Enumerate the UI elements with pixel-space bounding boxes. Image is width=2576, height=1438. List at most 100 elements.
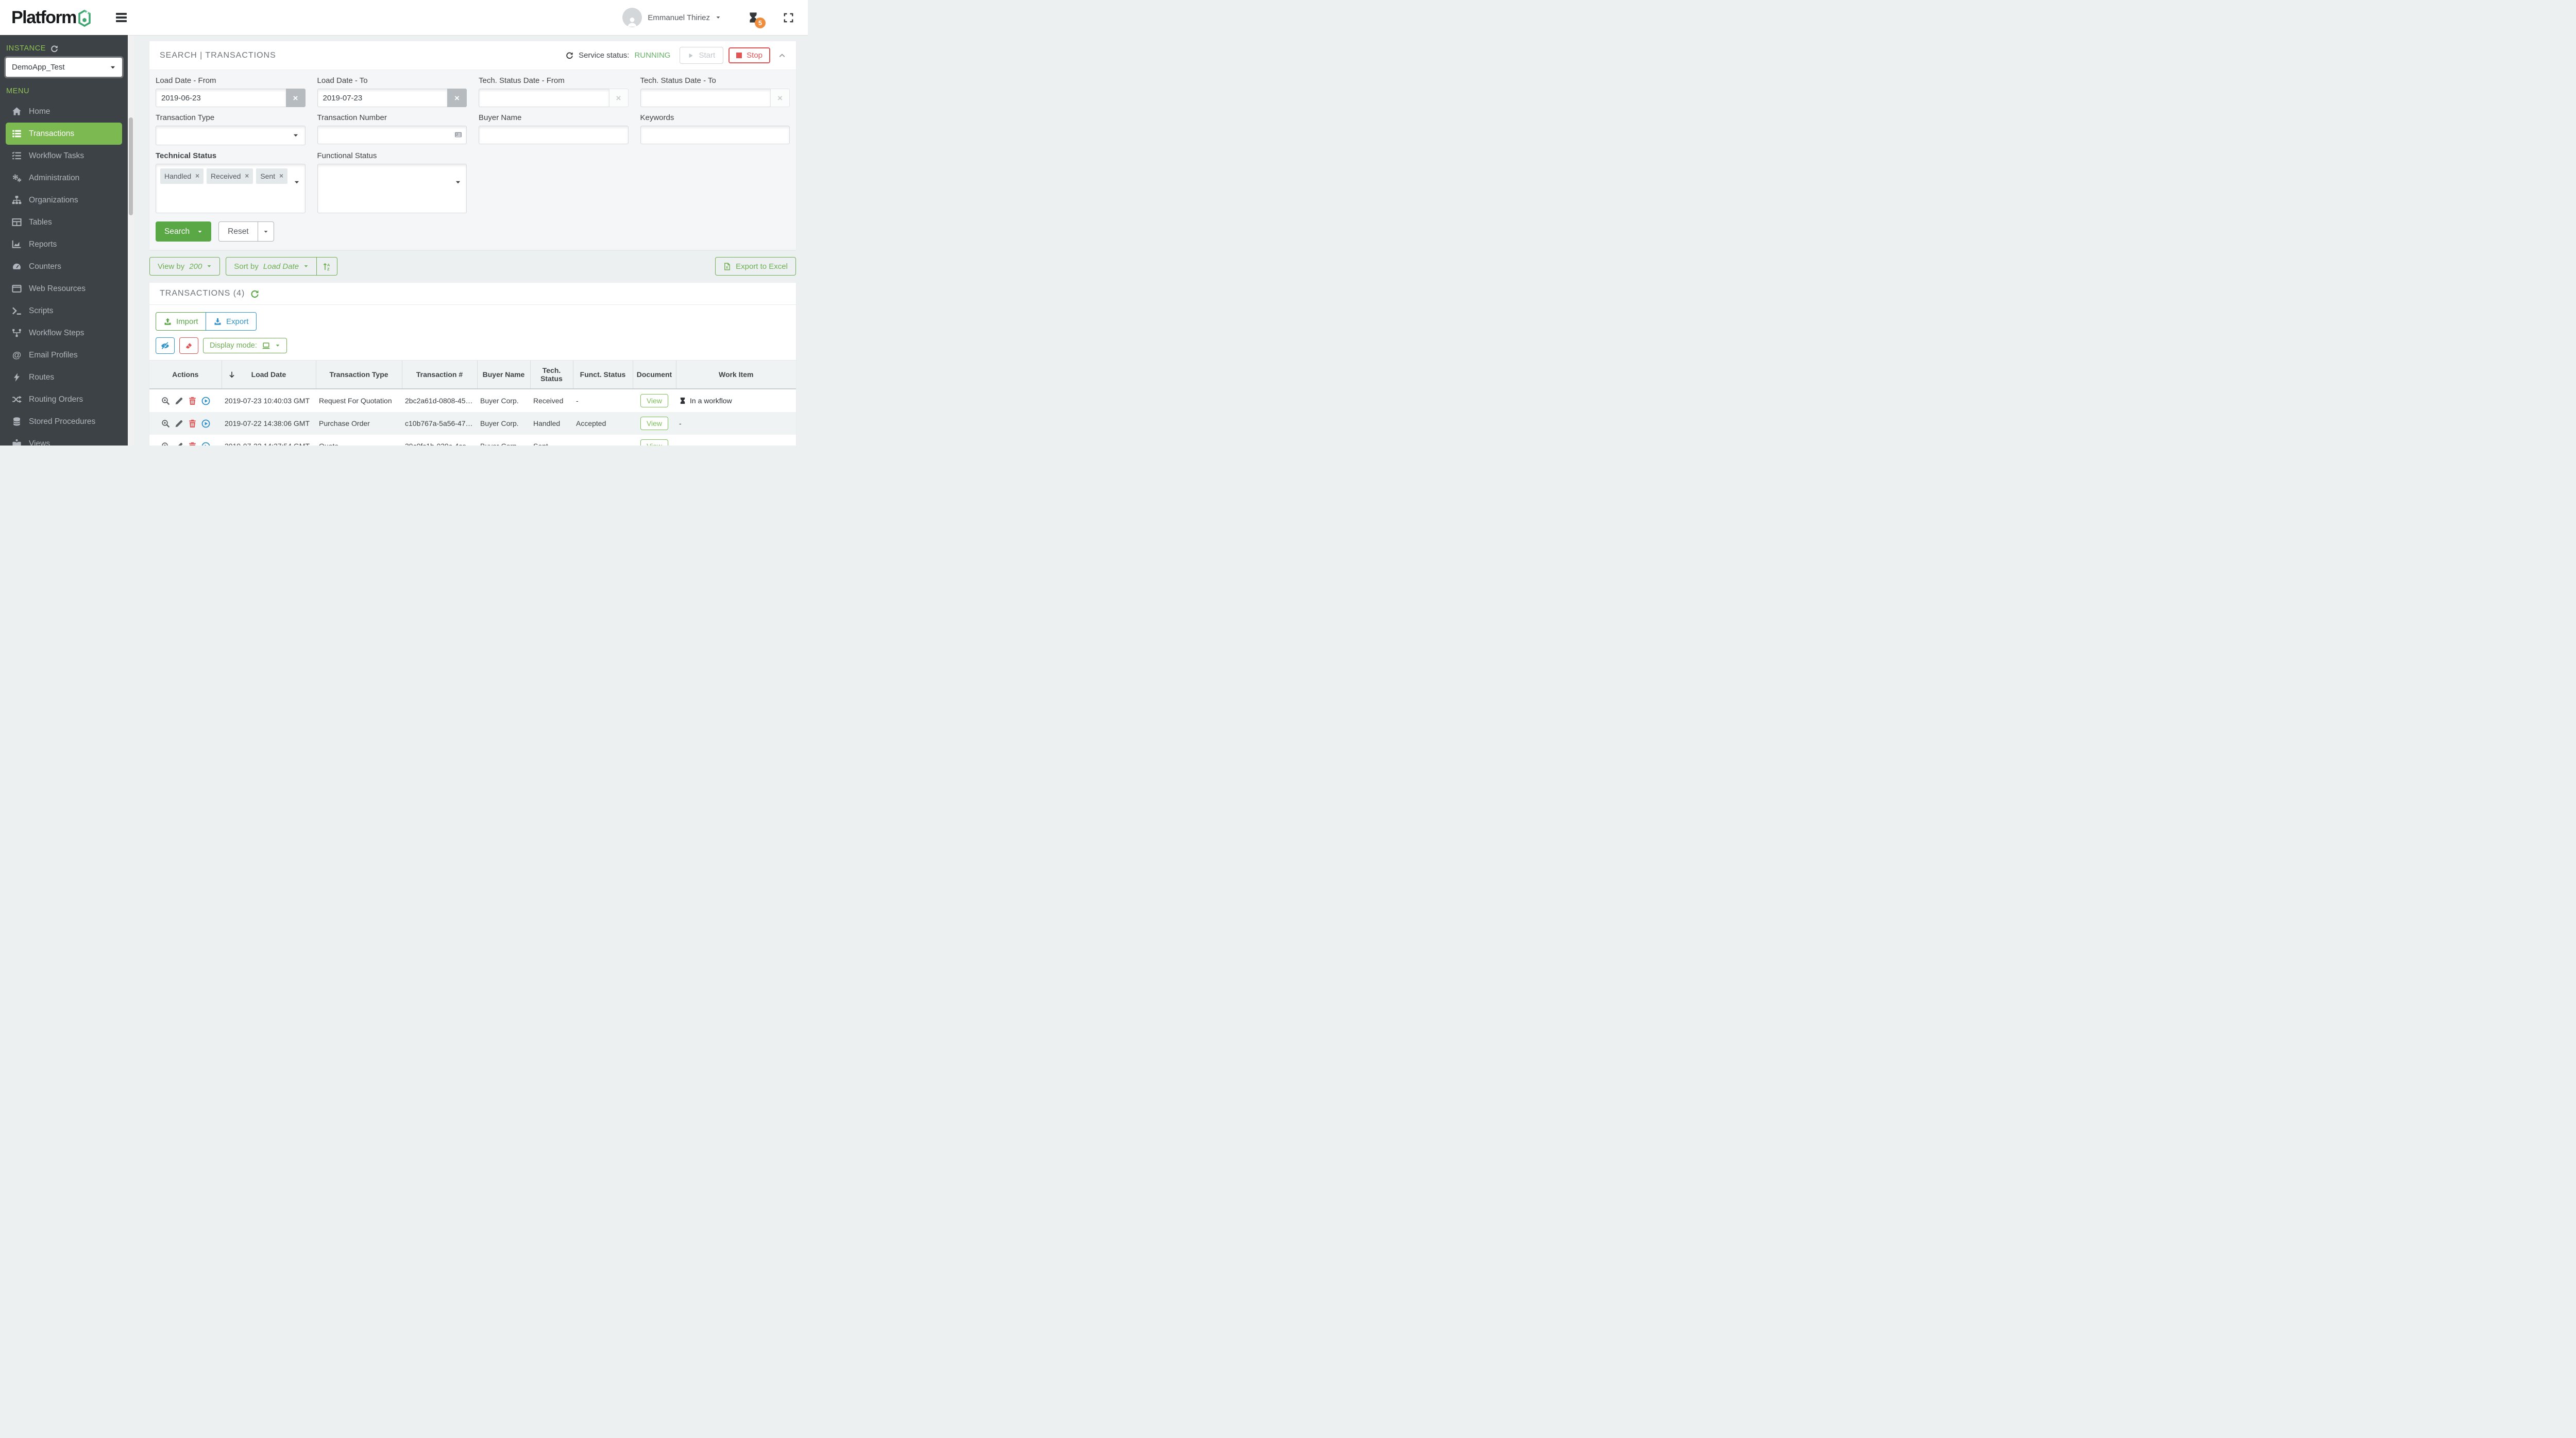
scrollbar-thumb[interactable] [129, 117, 133, 215]
transaction-type-select[interactable] [156, 126, 306, 145]
tech-status-date-from-clear-button[interactable]: × [608, 89, 629, 107]
column-header-actions[interactable]: Actions [149, 360, 222, 389]
sort-descending-icon[interactable] [228, 370, 235, 379]
instance-label: INSTANCE [6, 44, 46, 53]
view-document-button[interactable]: View [640, 417, 669, 430]
column-header-work-item[interactable]: Work Item [675, 360, 796, 389]
user-menu[interactable]: Emmanuel Thiriez [622, 8, 721, 27]
start-service-button[interactable]: Start [680, 47, 724, 64]
sidebar-scrollbar[interactable] [128, 35, 134, 446]
export-button[interactable]: Export [206, 312, 257, 331]
refresh-service-status-icon[interactable] [566, 52, 573, 59]
sidebar-item-administration[interactable]: Administration [6, 167, 122, 189]
functional-status-multiselect[interactable] [317, 164, 467, 213]
import-button[interactable]: Import [156, 312, 207, 331]
sidebar-item-organizations[interactable]: Organizations [6, 189, 122, 211]
sidebar-item-workflow-steps[interactable]: Workflow Steps [6, 322, 122, 344]
edit-button[interactable] [175, 397, 183, 405]
edit-button[interactable] [175, 419, 183, 428]
sidebar-item-scripts[interactable]: Scripts [6, 300, 122, 322]
trash-icon [188, 442, 197, 446]
sidebar-menu: Home Transactions Workflow Tasks Adminis… [6, 100, 122, 446]
view-details-button[interactable] [161, 397, 170, 405]
replay-button[interactable] [201, 397, 210, 405]
playcircle-icon [201, 419, 210, 428]
tag-remove-icon[interactable]: × [279, 173, 283, 180]
search-button[interactable]: Search [156, 221, 212, 242]
tag-label: Sent [260, 172, 276, 180]
view-details-button[interactable] [161, 442, 170, 446]
view-document-button[interactable]: View [640, 439, 669, 446]
column-header-document[interactable]: Document [632, 360, 676, 389]
instance-select[interactable]: DemoApp_Test [6, 58, 122, 77]
transaction-row: 2019-07-22 14:37:54 GMT Quote 39c9fc1b-0… [149, 435, 796, 446]
load-date-to-input[interactable] [317, 89, 447, 107]
delete-button[interactable] [188, 419, 197, 428]
view-by-button[interactable]: View by 200 [149, 257, 221, 276]
searchplus-icon [161, 419, 170, 428]
tech-status-date-to-clear-button[interactable]: × [770, 89, 790, 107]
refresh-results-icon[interactable] [250, 289, 259, 298]
export-to-excel-button[interactable]: Export to Excel [715, 257, 796, 276]
cell-transaction-type: Request For Quotation [319, 397, 392, 405]
delete-button[interactable] [188, 442, 197, 446]
keywords-input[interactable] [640, 126, 790, 144]
replay-button[interactable] [201, 419, 210, 428]
tag-remove-icon[interactable]: × [245, 173, 249, 180]
column-header-transaction-type[interactable]: Transaction Type [315, 360, 402, 389]
view-details-button[interactable] [161, 419, 170, 428]
sidebar-item-views[interactable]: Views [6, 433, 122, 446]
transaction-number-input[interactable] [317, 126, 467, 144]
tech-status-date-to-input[interactable] [640, 89, 770, 107]
clear-button[interactable] [179, 337, 198, 354]
menu-label: MENU [6, 87, 30, 95]
load-date-from-input[interactable] [156, 89, 286, 107]
sidebar-item-tables[interactable]: Tables [6, 211, 122, 233]
sidebar-item-routes[interactable]: Routes [6, 366, 122, 388]
collapse-panel-icon[interactable] [778, 52, 786, 59]
column-header-funct-status[interactable]: Funct. Status [572, 360, 633, 389]
delete-button[interactable] [188, 397, 197, 405]
sidebar-item-workflow-tasks[interactable]: Workflow Tasks [6, 145, 122, 167]
sidebar-item-routing-orders[interactable]: Routing Orders [6, 388, 122, 410]
stop-service-button[interactable]: Stop [728, 47, 770, 63]
sidebar-item-transactions[interactable]: Transactions [6, 123, 122, 145]
display-mode-button[interactable]: Display mode: [203, 338, 287, 353]
terminal-icon [12, 306, 22, 316]
column-header-load-date[interactable]: Load Date [221, 360, 316, 389]
column-header-tech-status[interactable]: Tech. Status [530, 360, 573, 389]
service-status-value: RUNNING [634, 51, 671, 60]
refresh-instance-icon[interactable] [50, 45, 58, 53]
tech-status-date-from-input[interactable] [479, 89, 609, 107]
column-header-buyer-name[interactable]: Buyer Name [477, 360, 530, 389]
fullscreen-button[interactable] [784, 13, 793, 23]
sidebar-item-stored-procedures[interactable]: Stored Procedures [6, 410, 122, 433]
column-header-transaction[interactable]: Transaction # [401, 360, 477, 389]
reset-options-caret[interactable] [257, 222, 274, 241]
trash-icon [188, 397, 197, 405]
buyer-name-input[interactable] [479, 126, 629, 144]
load-date-to-clear-button[interactable]: × [447, 89, 467, 107]
technical-status-multiselect[interactable]: Handled × Received × Sent × [156, 164, 306, 213]
replay-button[interactable] [201, 442, 210, 446]
sidebar-item-email-profiles[interactable]: Email Profiles [6, 344, 122, 366]
cell-transaction-number: c10b767a-5a56-47d... [405, 419, 476, 427]
playcircle-icon [201, 397, 210, 405]
load-date-from-clear-button[interactable]: × [285, 89, 306, 107]
toggle-columns-button[interactable] [156, 337, 175, 354]
edit-button[interactable] [175, 442, 183, 446]
pending-tasks-button[interactable]: 5 [748, 12, 766, 28]
sidebar-item-label: Counters [29, 262, 61, 271]
sort-direction-button[interactable] [317, 257, 338, 276]
sidebar-item-counters[interactable]: Counters [6, 255, 122, 278]
tag-remove-icon[interactable]: × [195, 173, 199, 180]
sidebar-item-web-resources[interactable]: Web Resources [6, 278, 122, 300]
reset-button[interactable]: Reset [218, 221, 274, 242]
sidebar-toggle-icon[interactable] [114, 9, 129, 26]
sidebar-item-home[interactable]: Home [6, 100, 122, 123]
sort-by-button[interactable]: Sort by Load Date [226, 257, 317, 276]
view-document-button[interactable]: View [640, 394, 669, 407]
sidebar-item-reports[interactable]: Reports [6, 233, 122, 255]
table-icon [12, 217, 22, 227]
caret-down-icon [207, 264, 212, 269]
